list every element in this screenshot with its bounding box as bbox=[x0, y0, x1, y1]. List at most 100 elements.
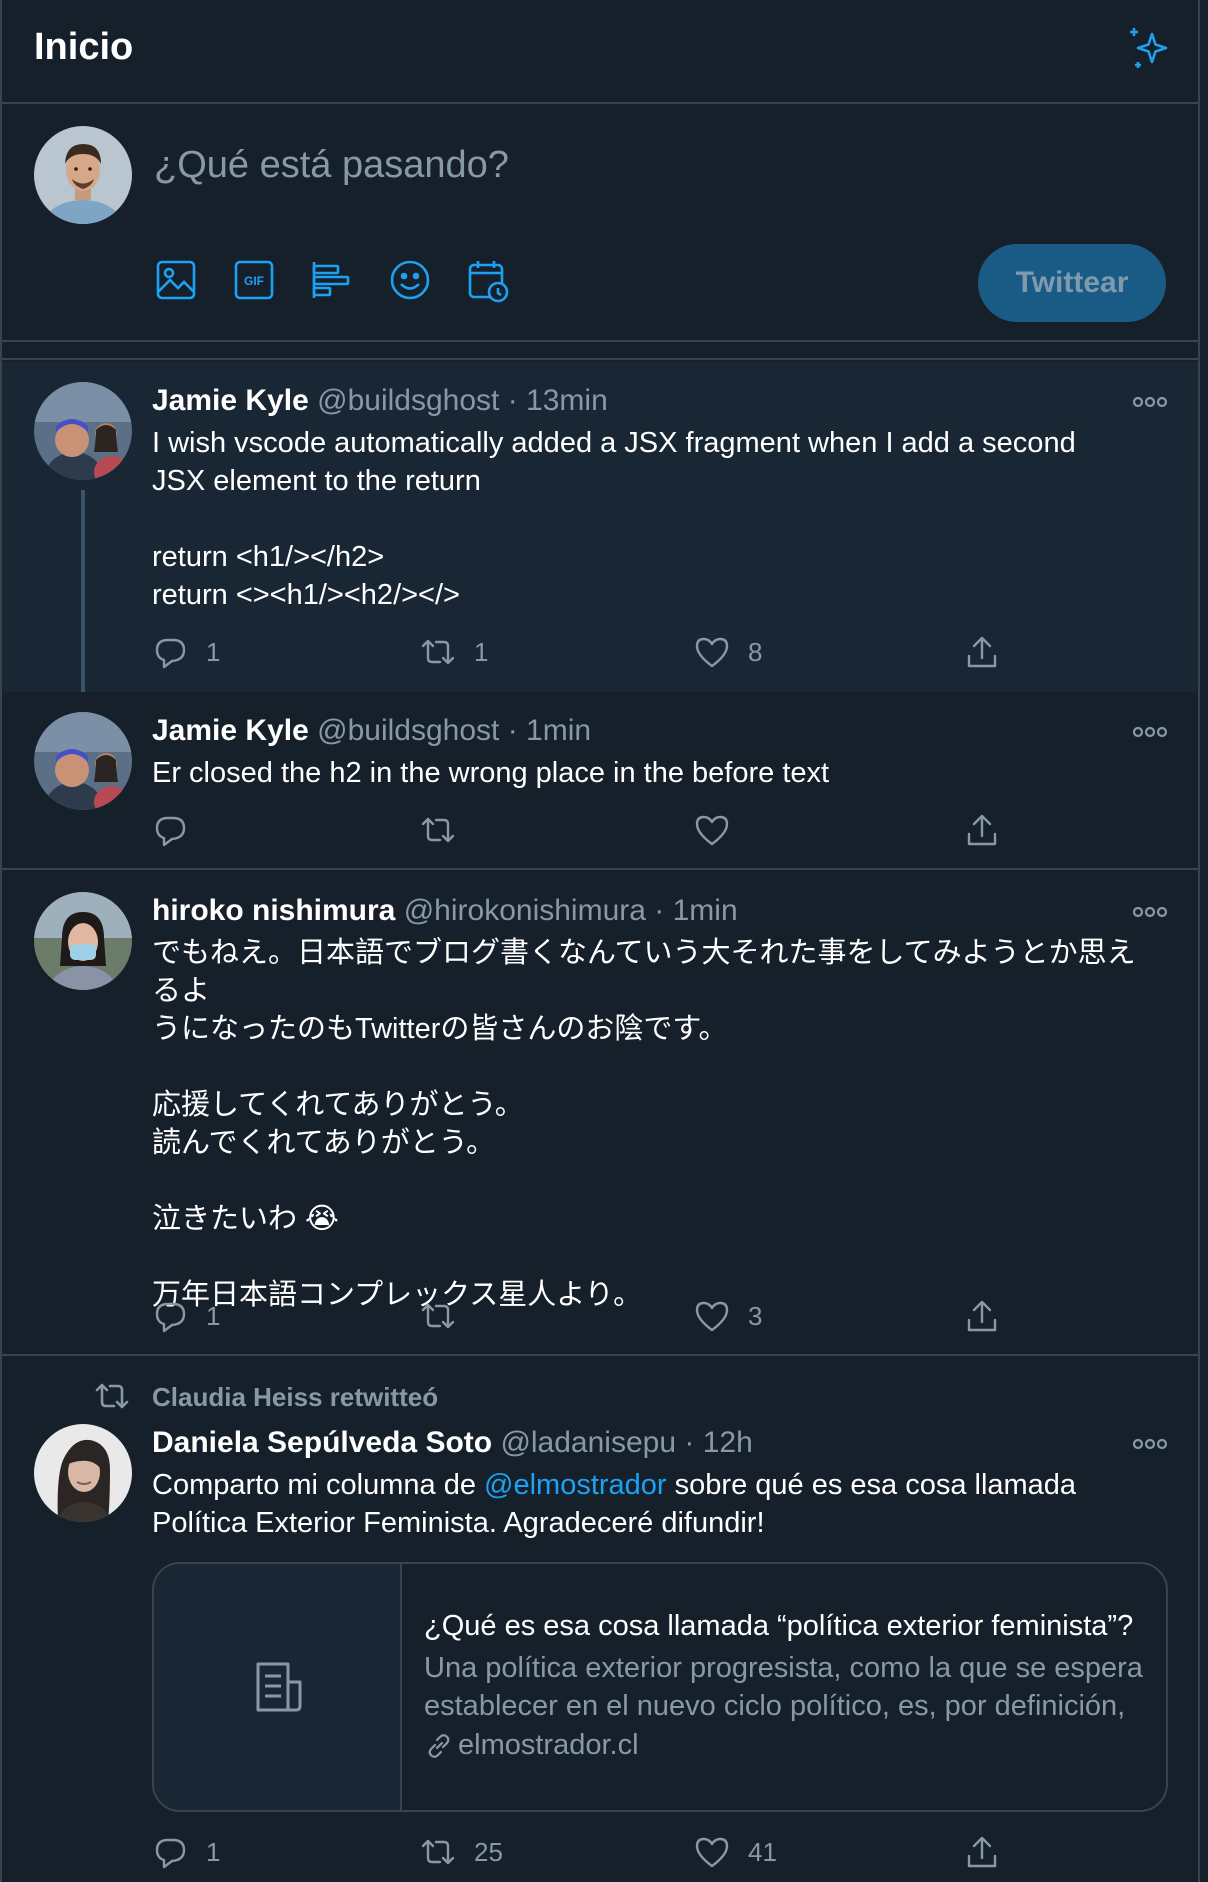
tweet-text-line: 読んでくれてありがとう。 bbox=[152, 1127, 496, 1159]
retweet-button[interactable]: 25 bbox=[420, 1832, 503, 1872]
tweet-header: Jamie Kyle @buildsghost · 1min bbox=[152, 714, 591, 748]
tweet-header: Jamie Kyle @buildsghost · 13min bbox=[152, 384, 608, 418]
tweet-text-line: Política Exterior Feminista. Agradeceré … bbox=[152, 1507, 765, 1539]
thread-line bbox=[81, 490, 85, 692]
author-handle[interactable]: @buildsghost bbox=[317, 384, 499, 417]
retweet-button[interactable]: 1 bbox=[420, 632, 488, 672]
more-icon[interactable] bbox=[1132, 726, 1168, 738]
tweet[interactable]: hiroko nishimura @hirokonishimura · 1min… bbox=[2, 872, 1198, 1356]
schedule-icon[interactable] bbox=[464, 256, 512, 304]
tweet-text-line: I wish vscode automatically added a JSX … bbox=[152, 427, 1076, 459]
tweet-text-line: return <><h1/><h2/></> bbox=[152, 579, 460, 611]
tweet-button[interactable]: Twittear bbox=[978, 244, 1166, 322]
timestamp[interactable]: 12h bbox=[703, 1426, 753, 1459]
share-button[interactable] bbox=[964, 1832, 1000, 1872]
like-button[interactable]: 41 bbox=[694, 1832, 777, 1872]
tweet-text: Comparto mi columna de @elmostrador sobr… bbox=[152, 1466, 1162, 1542]
tweet-text-line bbox=[152, 1048, 1162, 1086]
author-handle[interactable]: @hirokonishimura bbox=[404, 894, 646, 927]
retweet-icon bbox=[421, 817, 455, 843]
mention-link[interactable]: @elmostrador bbox=[484, 1469, 667, 1501]
like-icon bbox=[695, 815, 729, 846]
author-name[interactable]: hiroko nishimura bbox=[152, 894, 395, 927]
timestamp[interactable]: 13min bbox=[526, 384, 608, 417]
tweet-text: I wish vscode automatically added a JSX … bbox=[152, 424, 1162, 614]
avatar[interactable] bbox=[34, 382, 132, 480]
like-icon bbox=[695, 1837, 729, 1868]
document-icon bbox=[256, 1662, 302, 1712]
share-button[interactable] bbox=[964, 1296, 1000, 1336]
card-thumbnail bbox=[154, 1564, 402, 1810]
timeline-header: Inicio bbox=[2, 0, 1198, 104]
author-name[interactable]: Jamie Kyle bbox=[152, 384, 309, 417]
image-icon[interactable] bbox=[152, 256, 200, 304]
link-card[interactable]: ¿Qué es esa cosa llamada “política exter… bbox=[152, 1562, 1168, 1812]
tweet[interactable]: Claudia Heiss retwitteó Daniela Sepúlved… bbox=[2, 1358, 1198, 1882]
retweet-icon bbox=[421, 1303, 455, 1329]
retweet-count: 1 bbox=[474, 636, 489, 667]
link-icon bbox=[428, 1733, 450, 1758]
tweet-text-part: sobre qué es esa cosa llamada bbox=[666, 1469, 1077, 1501]
home-timeline: Inicio ¿Qué está pasando? GIF Twittear J… bbox=[0, 0, 1200, 1882]
avatar[interactable] bbox=[34, 892, 132, 990]
divider bbox=[2, 344, 1198, 360]
avatar[interactable] bbox=[34, 712, 132, 810]
more-icon[interactable] bbox=[1132, 1438, 1168, 1450]
retweet-icon bbox=[421, 1839, 455, 1865]
gif-icon[interactable]: GIF bbox=[230, 256, 278, 304]
reply-button[interactable]: 1 bbox=[152, 1296, 220, 1336]
like-icon bbox=[695, 637, 729, 668]
page-title: Inicio bbox=[34, 26, 134, 68]
tweet-text-line bbox=[152, 1238, 1162, 1276]
share-icon bbox=[967, 814, 997, 846]
timestamp[interactable]: 1min bbox=[673, 894, 738, 927]
tweet-text-line: JSX element to the return bbox=[152, 465, 481, 497]
tweet-header: Daniela Sepúlveda Soto @ladanisepu · 12h bbox=[152, 1426, 753, 1460]
share-button[interactable] bbox=[964, 632, 1000, 672]
like-count: 8 bbox=[748, 636, 763, 667]
retweet-icon bbox=[95, 1383, 129, 1409]
author-handle[interactable]: @ladanisepu bbox=[500, 1426, 676, 1459]
tweet[interactable]: Jamie Kyle @buildsghost · 1min Er closed… bbox=[2, 692, 1198, 870]
more-icon[interactable] bbox=[1132, 396, 1168, 408]
author-name[interactable]: Daniela Sepúlveda Soto bbox=[152, 1426, 492, 1459]
reply-button[interactable] bbox=[152, 810, 206, 850]
composer-toolbar: GIF bbox=[152, 256, 542, 304]
tweet-text: Er closed the h2 in the wrong place in t… bbox=[152, 754, 1162, 792]
tweet-text: でもねえ。日本語でブログ書くなんていう大それた事をしてみようとか思えるよ うにな… bbox=[152, 934, 1162, 1314]
more-icon[interactable] bbox=[1132, 906, 1168, 918]
timestamp[interactable]: 1min bbox=[526, 714, 591, 747]
share-icon bbox=[967, 636, 997, 668]
retweet-icon bbox=[421, 639, 455, 665]
like-button[interactable] bbox=[694, 810, 748, 850]
sparkle-icon[interactable] bbox=[1126, 24, 1174, 72]
tweet-text-line: return <h1/></h2> bbox=[152, 541, 385, 573]
reply-icon bbox=[155, 1302, 186, 1333]
avatar[interactable] bbox=[34, 1424, 132, 1522]
tweet-actions: 1 25 41 bbox=[152, 1832, 1032, 1872]
retweet-button[interactable] bbox=[420, 810, 474, 850]
emoji-icon[interactable] bbox=[386, 256, 434, 304]
like-button[interactable]: 8 bbox=[694, 632, 762, 672]
like-button[interactable]: 3 bbox=[694, 1296, 762, 1336]
author-name[interactable]: Jamie Kyle bbox=[152, 714, 309, 747]
author-handle[interactable]: @buildsghost bbox=[317, 714, 499, 747]
reply-count: 1 bbox=[206, 636, 221, 667]
tweet-text-line bbox=[152, 1162, 1162, 1200]
retweeted-by[interactable]: Claudia Heiss retwitteó bbox=[152, 1382, 438, 1413]
reply-button[interactable]: 1 bbox=[152, 632, 220, 672]
like-count: 41 bbox=[748, 1836, 777, 1867]
card-domain: elmostrador.cl bbox=[424, 1729, 1152, 1762]
avatar[interactable] bbox=[34, 126, 132, 224]
svg-text:GIF: GIF bbox=[244, 274, 264, 288]
poll-icon[interactable] bbox=[308, 256, 356, 304]
tweet-text-line: 応援してくれてありがとう。 bbox=[152, 1089, 524, 1121]
retweet-button[interactable] bbox=[420, 1296, 474, 1336]
tweet-text-part: Comparto mi columna de bbox=[152, 1469, 485, 1501]
share-button[interactable] bbox=[964, 810, 1000, 850]
composer-input[interactable] bbox=[154, 144, 954, 187]
reply-icon bbox=[155, 638, 186, 669]
reply-button[interactable]: 1 bbox=[152, 1832, 220, 1872]
tweet[interactable]: Jamie Kyle @buildsghost · 13min I wish v… bbox=[2, 362, 1198, 692]
separator: · bbox=[684, 1426, 695, 1459]
